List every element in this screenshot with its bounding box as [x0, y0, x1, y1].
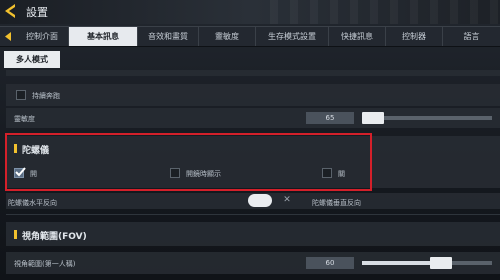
fov-first-person-row: 視角範圍(第一人稱) 60: [6, 252, 500, 274]
sensitivity-value[interactable]: 65: [306, 112, 354, 124]
tab-controller[interactable]: 控制器: [386, 27, 443, 46]
fov-first-person-label: 視角範圍(第一人稱): [14, 260, 76, 268]
highlight-box: [5, 133, 372, 191]
continuous-run-checkbox[interactable]: [16, 90, 26, 100]
continuous-run-row: 持續奔跑: [6, 84, 500, 106]
background-scenery: [270, 0, 500, 24]
tab-control-ui[interactable]: 控制介面: [16, 27, 69, 46]
gyro-horizontal-invert-label: 陀螺儀水平反向: [8, 199, 57, 207]
back-arrow-icon[interactable]: [2, 2, 20, 20]
fov-slider-knob[interactable]: [430, 257, 452, 269]
continuous-run-label: 持續奔跑: [32, 92, 60, 100]
section-accent-marker: [14, 230, 17, 239]
page-title: 設置: [26, 6, 48, 19]
sensitivity-slider-knob[interactable]: [362, 112, 384, 124]
tab-audio-graphics[interactable]: 音效和畫質: [138, 27, 199, 46]
gyro-horizontal-invert-toggle[interactable]: [248, 194, 272, 207]
fov-slider-fill: [362, 261, 434, 265]
tab-quick-messages[interactable]: 快捷訊息: [329, 27, 386, 46]
tab-language[interactable]: 語言: [443, 27, 500, 46]
tab-bar: 控制介面 基本訊息 音效和畫質 靈敏度 生存模式設置 快捷訊息 控制器 語言: [0, 26, 500, 47]
subtab-multiplayer[interactable]: 多人模式: [4, 51, 60, 68]
sensitivity-row: 靈敏度 65: [6, 108, 500, 128]
fov-section: 視角範圍(FOV): [6, 222, 500, 246]
section-header-partial: [6, 70, 500, 76]
tab-basic-info[interactable]: 基本訊息: [69, 27, 138, 46]
gyro-vertical-invert-label: 陀螺儀垂直反向: [312, 199, 361, 207]
top-bar: 設置: [0, 0, 500, 24]
sensitivity-label: 靈敏度: [14, 115, 35, 123]
fov-first-person-value[interactable]: 60: [306, 257, 354, 269]
divider: [6, 214, 500, 215]
tab-survival-mode[interactable]: 生存模式設置: [256, 27, 329, 46]
fov-title: 視角範圍(FOV): [22, 232, 87, 242]
close-icon[interactable]: ✕: [280, 194, 294, 207]
tab-sensitivity[interactable]: 靈敏度: [199, 27, 256, 46]
prev-tab-icon[interactable]: [4, 32, 12, 41]
